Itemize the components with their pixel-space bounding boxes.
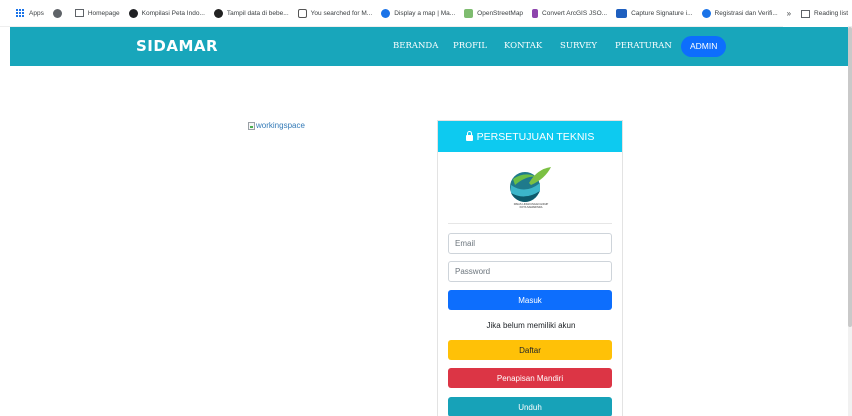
lock-icon	[465, 131, 473, 141]
logo-caption-line-2: KOTA SAMARINDA	[519, 206, 543, 210]
site-icon	[297, 8, 307, 18]
site-icon	[616, 8, 628, 18]
bookmark-display-map[interactable]: Display a map | Ma...	[381, 8, 456, 18]
bookmark-label: Homepage	[87, 9, 120, 17]
divider	[448, 223, 612, 224]
bookmark-registrasi[interactable]: Registrasi dan Verifi...	[701, 8, 778, 18]
bookmark-kompilasi[interactable]: Kompilasi Peta Indo...	[128, 8, 205, 18]
login-card: PERSETUJUAN TEKNIS DINAS LINGKUNGAN HIDU…	[437, 120, 623, 416]
bookmarks-overflow-button[interactable]: »	[787, 9, 791, 18]
site-icon	[701, 8, 711, 18]
brand-logo[interactable]: SIDAMAR	[136, 37, 218, 55]
reading-list-button[interactable]: Reading list	[814, 10, 848, 17]
bookmarks-right: » Reading list	[782, 0, 848, 27]
card-header: PERSETUJUAN TEKNIS	[438, 121, 622, 152]
workingspace-image: workingspace	[248, 121, 305, 130]
download-button[interactable]: Unduh	[448, 397, 612, 416]
bookmark-homepage[interactable]: Homepage	[74, 9, 120, 17]
site-icon	[128, 8, 138, 18]
password-field[interactable]	[448, 261, 612, 282]
bookmark-apps[interactable]: Apps	[16, 9, 44, 17]
site-icon	[381, 8, 391, 18]
bookmark-label: Kompilasi Peta Indo...	[141, 9, 205, 17]
nav-kontak[interactable]: KONTAK	[504, 41, 542, 51]
register-button[interactable]: Daftar	[448, 340, 612, 360]
image-alt-text: workingspace	[256, 121, 305, 130]
bookmark-tampil[interactable]: Tampil data di bebe...	[213, 8, 289, 18]
bookmark-label: Convert ArcGIS JSO...	[542, 9, 608, 17]
bookmark-convert[interactable]: Convert ArcGIS JSO...	[532, 8, 608, 18]
bookmark-label: You searched for M...	[310, 9, 373, 17]
login-button[interactable]: Masuk	[448, 290, 612, 310]
site-icon	[213, 8, 223, 18]
nav-beranda[interactable]: BERANDA	[393, 41, 438, 51]
globe-icon	[52, 8, 62, 18]
bookmark-capture[interactable]: Capture Signature i...	[616, 8, 693, 18]
list-icon	[74, 9, 84, 17]
nav-survey[interactable]: SURVEY	[560, 41, 597, 51]
apps-grid-icon	[16, 9, 24, 17]
scrollbar[interactable]	[848, 27, 852, 416]
bookmark-label: OpenStreetMap	[477, 9, 524, 17]
site-icon	[532, 8, 539, 18]
bookmarks-bar: Apps Homepage Kompilasi Peta Indo... Tam…	[0, 0, 852, 27]
bookmark-searched[interactable]: You searched for M...	[297, 8, 373, 18]
navbar: SIDAMAR BERANDA PROFIL KONTAK SURVEY PER…	[10, 27, 848, 66]
bookmark-label: Registrasi dan Verifi...	[714, 9, 778, 17]
bookmark-globe[interactable]	[52, 8, 66, 18]
site-icon	[464, 8, 474, 18]
bookmark-label: Tampil data di bebe...	[226, 9, 289, 17]
scrollbar-thumb[interactable]	[848, 27, 852, 327]
nav-profil[interactable]: PROFIL	[453, 41, 487, 51]
card-title: PERSETUJUAN TEKNIS	[476, 130, 595, 143]
nav-peraturan[interactable]: PERATURAN	[615, 41, 672, 51]
bookmark-label: Display a map | Ma...	[394, 9, 456, 17]
bookmark-apps-label: Apps	[29, 9, 44, 17]
email-field[interactable]	[448, 233, 612, 254]
nav-admin-button[interactable]: ADMIN	[681, 36, 727, 57]
reading-list-icon	[801, 9, 811, 18]
bookmark-label: Capture Signature i...	[631, 9, 693, 17]
bookmark-osm[interactable]: OpenStreetMap	[464, 8, 524, 18]
broken-image-icon	[248, 121, 255, 130]
self-screening-button[interactable]: Penapisan Mandiri	[448, 368, 612, 388]
no-account-text: Jika belum memiliki akun	[486, 321, 576, 330]
logo-caption: DINAS LINGKUNGAN HIDUP KOTA SAMARINDA	[438, 203, 624, 210]
